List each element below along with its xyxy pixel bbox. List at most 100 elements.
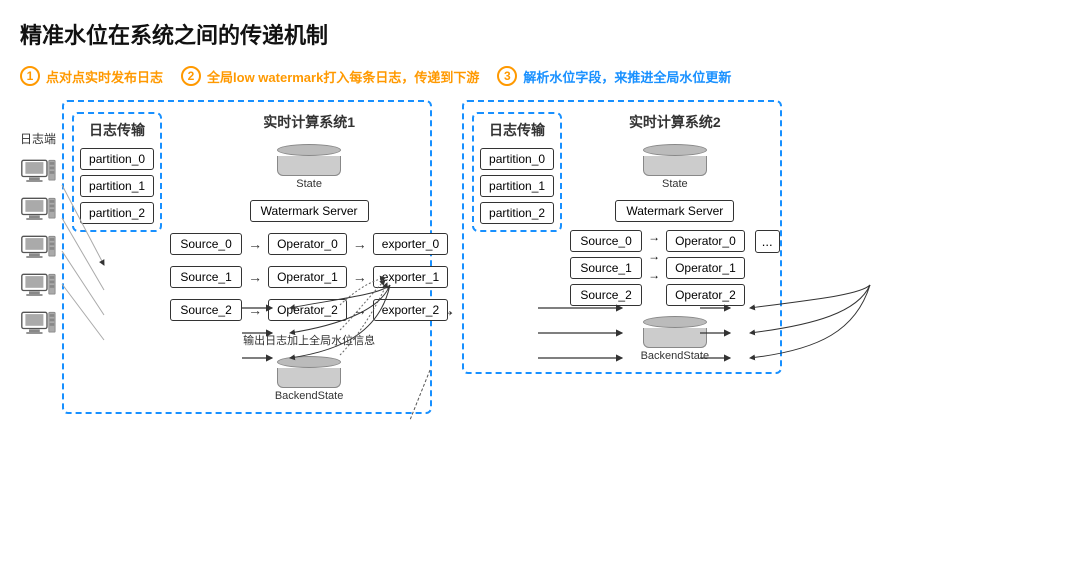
sys2-flow: Source_0 Source_1 Source_2 → → → Operato… bbox=[570, 230, 780, 306]
cylinder-top bbox=[277, 144, 341, 156]
computer-icon-3 bbox=[20, 234, 56, 262]
watermark-server-2: Watermark Server bbox=[615, 200, 734, 222]
backend-top-1 bbox=[277, 356, 341, 368]
operator-2: Operator_2 bbox=[268, 299, 347, 321]
state-cylinder-2: State bbox=[643, 144, 707, 190]
sys2-compute: 实时计算系统2 State Watermark Server bbox=[570, 112, 780, 362]
computer-icon-5 bbox=[20, 310, 56, 338]
flow-section: Source_0 → Operator_0 → exporter_0 Sourc… bbox=[170, 230, 448, 324]
source-2: Source_2 bbox=[170, 299, 242, 321]
watermark-server-1: Watermark Server bbox=[250, 200, 369, 222]
exporter-2: exporter_2 bbox=[373, 299, 448, 321]
log-transport-title-2: 日志传输 bbox=[480, 120, 554, 140]
arr1: → bbox=[648, 230, 660, 244]
flow-row-1: Source_1 → Operator_1 → exporter_1 bbox=[170, 266, 448, 288]
partition-0: partition_0 bbox=[80, 148, 154, 170]
exporter-0: exporter_0 bbox=[373, 233, 448, 255]
arrow-s0-o0: → bbox=[248, 236, 262, 252]
arr2: → bbox=[648, 249, 660, 263]
step1-text: 点对点实时发布日志 bbox=[46, 67, 163, 86]
step3-circle: 3 bbox=[497, 66, 517, 86]
backend-body-1 bbox=[277, 368, 341, 388]
computer-5 bbox=[20, 310, 56, 338]
source2-0: Source_0 bbox=[570, 230, 642, 252]
operator2-0: Operator_0 bbox=[666, 230, 745, 252]
log-transport-box: 日志传输 partition_0 partition_1 partition_2 bbox=[72, 112, 162, 232]
partition-2-2: partition_2 bbox=[480, 202, 554, 224]
partition-col-2: partition_0 partition_1 partition_2 bbox=[480, 148, 554, 224]
backend-label-1: BackendState bbox=[275, 390, 344, 402]
partition-1-2: partition_1 bbox=[480, 175, 554, 197]
step1: 1 点对点实时发布日志 bbox=[20, 66, 163, 86]
flow-row-0: Source_0 → Operator_0 → exporter_0 bbox=[170, 233, 448, 255]
sys2-title: 实时计算系统2 bbox=[629, 112, 721, 132]
exporter-1: exporter_1 bbox=[373, 266, 448, 288]
arrow-o2-e2: → bbox=[353, 302, 367, 318]
operator2-1: Operator_1 bbox=[666, 257, 745, 279]
computer-icon-1 bbox=[20, 158, 56, 186]
flow-row-2: Source_2 → Operator_2 → exporter_2 bbox=[170, 299, 448, 321]
step3-text: 解析水位字段，来推进全局水位更新 bbox=[523, 67, 731, 86]
step3: 3 解析水位字段，来推进全局水位更新 bbox=[497, 66, 731, 86]
cylinder-body bbox=[277, 156, 341, 176]
arr3: → bbox=[648, 268, 660, 282]
operator-0: Operator_0 bbox=[268, 233, 347, 255]
ellipsis-box: ... bbox=[755, 230, 780, 253]
backend-top-2 bbox=[643, 316, 707, 328]
main-title: 精准水位在系统之间的传递机制 bbox=[20, 18, 1060, 50]
backend-state-2: BackendState bbox=[641, 316, 710, 362]
sys1-compute: 实时计算系统1 State Watermark Server bbox=[170, 112, 448, 402]
source2-1: Source_1 bbox=[570, 257, 642, 279]
system1-outer-box: 日志传输 partition_0 partition_1 partition_2… bbox=[62, 100, 432, 414]
operator2-2: Operator_2 bbox=[666, 284, 745, 306]
arrow-s2-o2: → bbox=[248, 302, 262, 318]
diagram-area: 日志端 bbox=[20, 100, 1060, 414]
step2-text: 全局low watermark打入每条日志，传递到下游 bbox=[207, 67, 479, 86]
backend-state-1: BackendState bbox=[275, 356, 344, 402]
log-source-label: 日志端 bbox=[20, 130, 56, 147]
state-cylinder: State bbox=[277, 144, 341, 190]
computer-1 bbox=[20, 158, 56, 186]
computer-icon-4 bbox=[20, 272, 56, 300]
state-row-2: State bbox=[643, 144, 707, 190]
cylinder-top-2 bbox=[643, 144, 707, 156]
state-label: State bbox=[296, 178, 322, 190]
arrow-o0-e0: → bbox=[353, 236, 367, 252]
state-label-2: State bbox=[662, 178, 688, 190]
partition-col: partition_0 partition_1 partition_2 bbox=[80, 148, 154, 224]
computer-2 bbox=[20, 196, 56, 224]
sys2-arrows: → → → bbox=[648, 230, 660, 282]
cylinder-body-2 bbox=[643, 156, 707, 176]
step-bar: 1 点对点实时发布日志 2 全局low watermark打入每条日志，传递到下… bbox=[20, 66, 1060, 86]
step1-circle: 1 bbox=[20, 66, 40, 86]
step2: 2 全局low watermark打入每条日志，传递到下游 bbox=[181, 66, 479, 86]
log-transport-title: 日志传输 bbox=[80, 120, 154, 140]
sys1-title: 实时计算系统1 bbox=[263, 112, 355, 132]
page: 精准水位在系统之间的传递机制 1 点对点实时发布日志 2 全局low water… bbox=[0, 0, 1080, 563]
source-1: Source_1 bbox=[170, 266, 242, 288]
backend-body-2 bbox=[643, 328, 707, 348]
partition-0-2: partition_0 bbox=[480, 148, 554, 170]
arrow-o1-e1: → bbox=[353, 269, 367, 285]
source-col-2: Source_0 Source_1 Source_2 bbox=[570, 230, 642, 306]
computer-icon-2 bbox=[20, 196, 56, 224]
source2-2: Source_2 bbox=[570, 284, 642, 306]
system2-outer-box: 日志传输 partition_0 partition_1 partition_2… bbox=[462, 100, 782, 374]
source-0: Source_0 bbox=[170, 233, 242, 255]
log-source-section: 日志端 bbox=[20, 100, 56, 341]
output-label: 输出日志加上全局水位信息 bbox=[243, 332, 375, 348]
backend-label-2: BackendState bbox=[641, 350, 710, 362]
step2-circle: 2 bbox=[181, 66, 201, 86]
arrow-s1-o1: → bbox=[248, 269, 262, 285]
state-row: State bbox=[277, 144, 341, 190]
log-transport-box-2: 日志传输 partition_0 partition_1 partition_2 bbox=[472, 112, 562, 232]
computer-4 bbox=[20, 272, 56, 300]
wm-server-row-2: Watermark Server bbox=[615, 200, 734, 222]
wm-server-row: Watermark Server bbox=[250, 200, 369, 222]
operator-1: Operator_1 bbox=[268, 266, 347, 288]
ellipsis-col: ... bbox=[755, 230, 780, 253]
partition-1: partition_1 bbox=[80, 175, 154, 197]
computer-3 bbox=[20, 234, 56, 262]
partition-2: partition_2 bbox=[80, 202, 154, 224]
operator-col-2: Operator_0 Operator_1 Operator_2 bbox=[666, 230, 745, 306]
